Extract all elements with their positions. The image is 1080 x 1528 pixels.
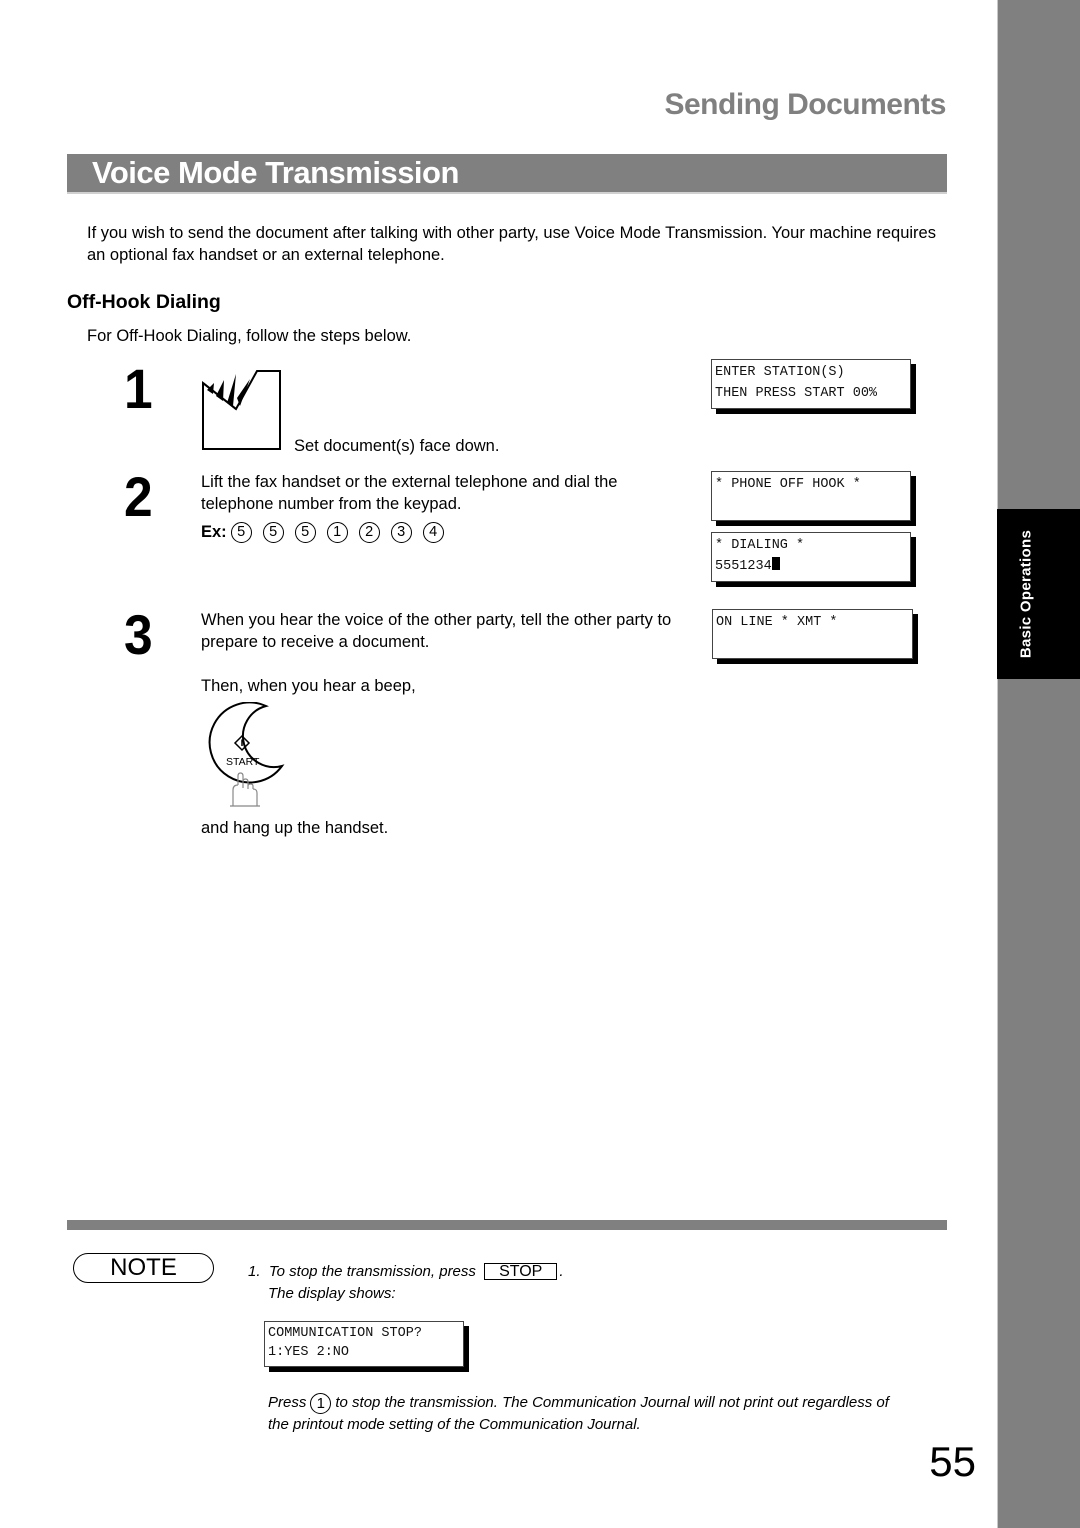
keypad-key: 5 [262, 522, 284, 543]
note-press-paragraph: Press 1 to stop the transmission. The Comm… [268, 1392, 968, 1435]
step-1-number: 1 [124, 357, 153, 420]
step-3-text: When you hear the voice of the other par… [201, 611, 672, 651]
lcd-display-communication-stop: COMMUNICATION STOP? 1:YES 2:NO [264, 1321, 464, 1367]
lcd-line-2: THEN PRESS START 00% [715, 386, 878, 401]
keypad-key: 5 [230, 522, 252, 543]
section-header-bar: Voice Mode Transmission [67, 154, 947, 194]
step-3-then-text: Then, when you hear a beep, [201, 677, 416, 695]
note-press-before: Press [268, 1394, 307, 1411]
step-2-number: 2 [124, 465, 153, 528]
example-label: Ex: [201, 523, 227, 541]
note-item-1: 1. To stop the transmission, press STOP. [248, 1261, 564, 1282]
lcd-cursor [771, 557, 780, 570]
lcd-line-2: 5551234 [715, 559, 772, 574]
note-divider [67, 1220, 947, 1230]
subsection-title: Off-Hook Dialing [67, 291, 221, 313]
keypad-key: 2 [358, 522, 380, 543]
note-period: . [559, 1263, 564, 1280]
keypad-key: 3 [390, 522, 412, 543]
note-item-number: 1. [248, 1263, 261, 1280]
lcd-line-1: ON LINE * XMT * [716, 615, 838, 630]
step-3-after-text: and hang up the handset. [201, 819, 389, 837]
lcd-line-1: COMMUNICATION STOP? [268, 1326, 422, 1341]
lcd-display-dialing: * DIALING * 5551234 [711, 532, 911, 582]
lcd-line-2: 1:YES 2:NO [268, 1345, 350, 1360]
keypad-key: 1 [326, 522, 348, 543]
lcd-display-step-1: ENTER STATION(S) THEN PRESS START 00% [711, 359, 911, 409]
intro-paragraph: If you wish to send the document after t… [87, 224, 936, 264]
note-badge: NOTE [73, 1253, 214, 1283]
lcd-line-1: * PHONE OFF HOOK * [715, 477, 861, 492]
section-title: Voice Mode Transmission [92, 155, 459, 190]
example-keys: Ex: 5 5 5 1 2 3 4 [201, 522, 455, 543]
lcd-line-1: * DIALING * [715, 538, 805, 553]
start-button-label: START [226, 756, 260, 768]
document-face-down-icon [202, 370, 281, 450]
note-line-2: The display shows: [268, 1285, 396, 1302]
side-tab-label: Basic Operations [1017, 529, 1035, 659]
keypad-key: 5 [294, 522, 316, 543]
side-bar [997, 0, 1080, 1528]
note-press-line-2: the printout mode setting of the Communi… [268, 1415, 641, 1433]
side-tab-basic-operations[interactable] [997, 509, 1080, 679]
note-line-1: To stop the transmission, press [268, 1263, 476, 1280]
stop-key: STOP [484, 1263, 558, 1280]
subsection-lead: For Off-Hook Dialing, follow the steps b… [87, 327, 412, 345]
lcd-line-1: ENTER STATION(S) [715, 365, 845, 380]
lcd-display-phone-off-hook: * PHONE OFF HOOK * [711, 471, 911, 521]
lcd-display-online-xmt: ON LINE * XMT * [712, 609, 913, 659]
step-3-number: 3 [124, 603, 153, 666]
page-number: 55 [929, 1438, 976, 1485]
keypad-key: 4 [422, 522, 444, 543]
step-2-text: Lift the fax handset or the external tel… [201, 473, 618, 513]
note-press-after: to stop the transmission. The Communicat… [335, 1394, 889, 1411]
step-1-text: Set document(s) face down. [294, 437, 500, 455]
key-1-icon: 1 [310, 1392, 332, 1414]
chapter-title: Sending Documents [664, 88, 946, 121]
